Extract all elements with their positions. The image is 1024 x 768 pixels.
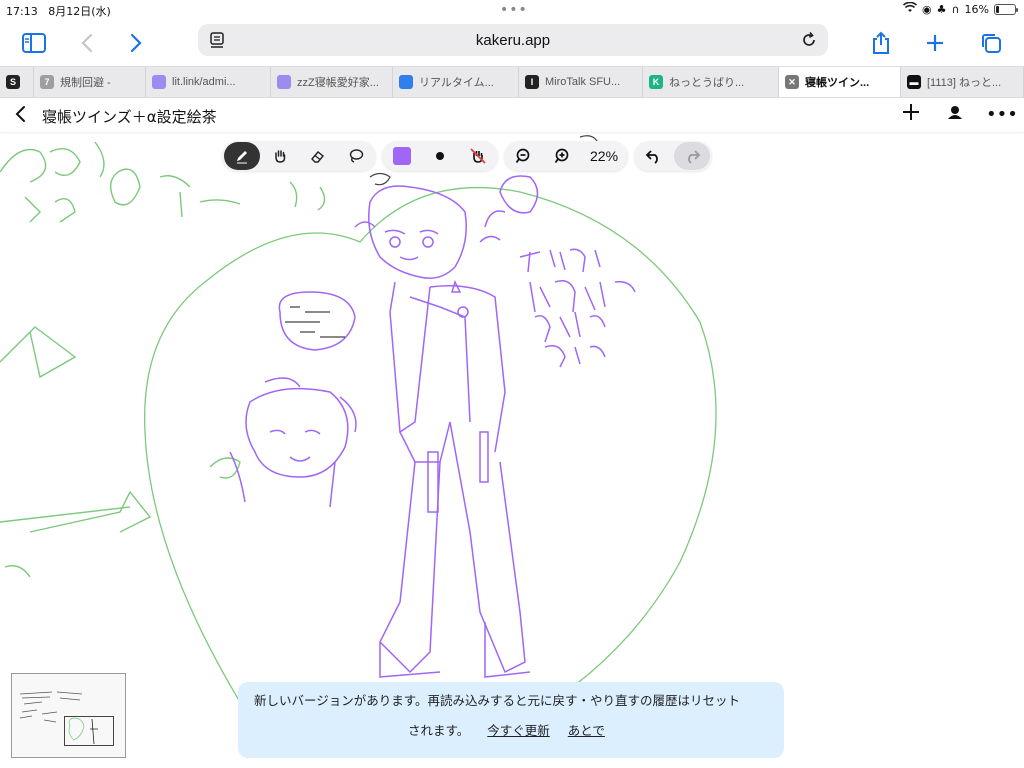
brush-size-button[interactable] [422, 142, 458, 170]
banner-message-cont: されます。 [408, 723, 470, 738]
tab-label: lit.link/admi... [172, 76, 236, 88]
tab-3[interactable]: zzZ寝帳愛好家... [271, 67, 393, 97]
green-sketch-strokes [0, 141, 326, 578]
green-heart-outline [143, 186, 717, 743]
tab-favicon-icon: K [649, 75, 663, 89]
tab-2[interactable]: lit.link/admi... [146, 67, 271, 97]
minimap-viewport[interactable] [64, 716, 114, 746]
tab-favicon-icon [152, 75, 166, 89]
location-icon: ◉ [922, 2, 932, 16]
battery-percent: 16% [964, 2, 989, 16]
lasso-icon [349, 149, 364, 163]
tab-label: zzZ寝帳愛好家... [297, 77, 379, 89]
later-link[interactable]: あとで [568, 720, 605, 739]
tab-favicon-icon [399, 75, 413, 89]
tab-1[interactable]: 7 規制回避 - [34, 67, 146, 97]
tab-label: ねっとうばり... [669, 77, 745, 89]
app-header: 寝帳ツインズ＋α設定絵茶 ••• [0, 98, 1024, 132]
status-time: 17:13 [6, 5, 38, 18]
banner-message: 新しいバージョンがあります。再読み込みすると元に戻す・やり直すの履歴はリセット [254, 693, 741, 708]
hand-tool-button[interactable] [262, 142, 298, 170]
tabs-overview-icon[interactable] [974, 26, 1008, 60]
multitask-dots-icon[interactable]: ••• [500, 2, 528, 18]
lasso-tool-button[interactable] [338, 142, 374, 170]
zoom-out-icon [515, 148, 530, 164]
tab-label: リアルタイム... [419, 77, 494, 89]
sidebar-toggle-icon[interactable] [17, 26, 51, 60]
stylus-only-button[interactable] [460, 142, 496, 170]
tab-label: MiroTalk SFU... [545, 76, 621, 88]
back-chevron-icon[interactable] [70, 26, 104, 60]
zoom-level: 22% [590, 148, 619, 164]
share-icon[interactable] [864, 26, 898, 60]
status-date: 8月12日(水) [48, 5, 111, 18]
canvas-minimap[interactable] [11, 673, 126, 758]
forward-chevron-icon[interactable] [119, 26, 153, 60]
redo-button[interactable] [674, 142, 711, 170]
tool-group [222, 141, 376, 171]
zoom-in-button[interactable] [544, 142, 580, 170]
undo-button[interactable] [636, 142, 672, 170]
tab-favicon-icon: ▬ [907, 75, 921, 89]
tab-5[interactable]: I MiroTalk SFU... [519, 67, 643, 97]
tab-7[interactable]: ✕ 寝帳ツイン... [779, 67, 901, 97]
tab-favicon-icon: I [525, 75, 539, 89]
update-banner: 新しいバージョンがあります。再読み込みすると元に戻す・やり直すの履歴はリセット … [238, 682, 784, 758]
tab-label: [1113] ねっと... [927, 77, 1002, 89]
canvas-artwork [0, 135, 717, 743]
brush-size-dot-icon [436, 152, 444, 160]
history-group [634, 141, 713, 171]
back-chevron-icon[interactable] [14, 104, 26, 128]
battery-icon [994, 3, 1018, 15]
address-bar[interactable]: kakeru.app [198, 24, 828, 56]
page-title: 寝帳ツインズ＋α設定絵茶 [42, 108, 217, 126]
browser-toolbar: kakeru.app [0, 20, 1024, 66]
drawing-canvas[interactable] [0, 132, 1024, 768]
zoom-out-button[interactable] [506, 142, 542, 170]
tab-8[interactable]: ▬ [1113] ねっと... [901, 67, 1024, 97]
tab-favicon-icon: 7 [40, 75, 54, 89]
reader-icon[interactable] [208, 31, 226, 49]
reload-icon[interactable] [800, 31, 818, 49]
status-bar: 17:13 8月12日(水) ••• ◉ ♣ ∩ 16% [0, 0, 1024, 20]
user-icon[interactable] [946, 102, 964, 126]
status-icons: ◉ ♣ ∩ 16% [902, 1, 1018, 16]
color-picker-button[interactable] [384, 142, 420, 170]
tab-label: 寝帳ツイン... [805, 77, 870, 89]
tab-4[interactable]: リアルタイム... [393, 67, 519, 97]
tab-label: 規制回避 - [60, 77, 111, 89]
update-now-link[interactable]: 今すぐ更新 [487, 720, 550, 739]
hand-off-icon [470, 148, 486, 164]
undo-icon [645, 150, 658, 164]
new-tab-plus-icon[interactable] [918, 26, 952, 60]
purple-character-strokes [229, 175, 636, 678]
drawing-toolbar: 22% [222, 141, 713, 171]
tab-favicon-icon: ✕ [785, 75, 799, 89]
color-swatch [393, 147, 411, 165]
add-plus-icon[interactable] [902, 102, 920, 126]
status-time-date: 17:13 8月12日(水) [6, 3, 111, 19]
wifi-icon [902, 1, 918, 16]
url-text: kakeru.app [475, 31, 551, 49]
tab-0[interactable]: S [0, 67, 34, 97]
tab-bar: S 7 規制回避 - lit.link/admi... zzZ寝帳愛好家... リアルタイ… [0, 66, 1024, 98]
headphones-icon: ∩ [951, 2, 960, 16]
zoom-group: 22% [504, 141, 629, 171]
pen-tool-button[interactable] [224, 142, 260, 170]
pen-icon [237, 151, 247, 164]
zoom-in-icon [554, 148, 569, 164]
airplay-icon: ♣ [936, 2, 947, 16]
tab-6[interactable]: K ねっとうばり... [643, 67, 779, 97]
hand-icon [275, 150, 286, 163]
eraser-icon [311, 151, 324, 163]
style-group [382, 141, 498, 171]
redo-icon [688, 150, 701, 164]
more-options-icon[interactable]: ••• [986, 104, 1018, 125]
tab-favicon-icon [277, 75, 291, 89]
eraser-tool-button[interactable] [300, 142, 336, 170]
tab-favicon-icon: S [6, 75, 20, 89]
